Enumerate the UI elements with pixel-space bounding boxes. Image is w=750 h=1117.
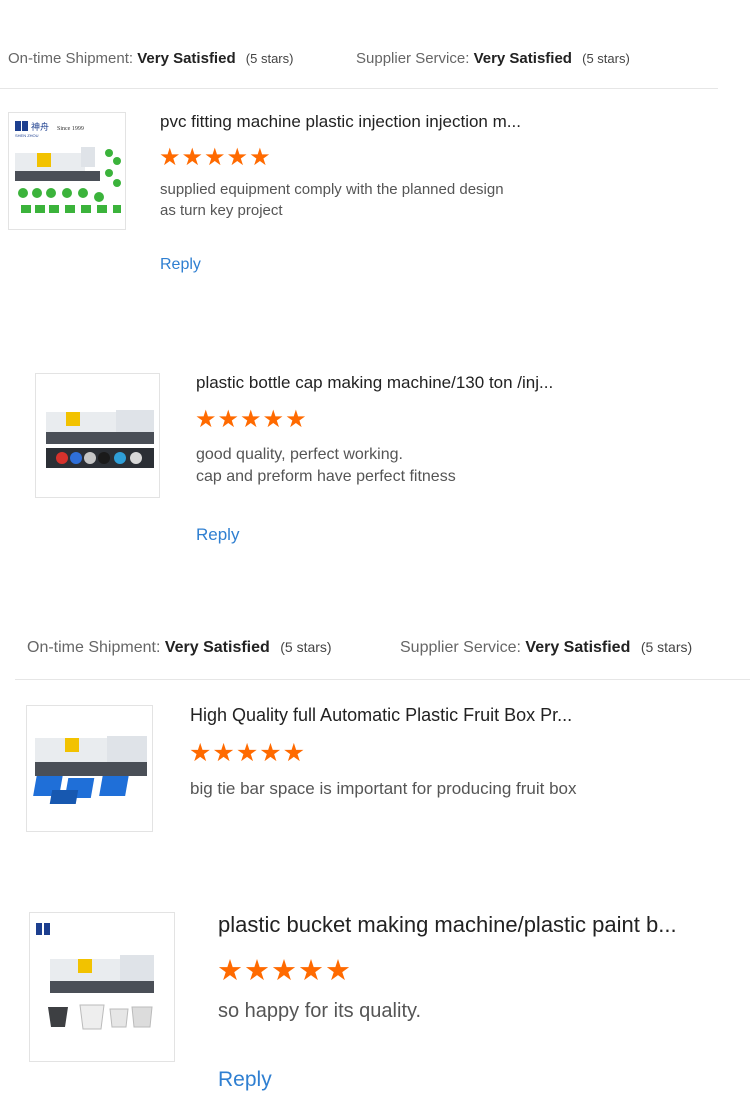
svg-text:神舟: 神舟 [31, 121, 49, 133]
rating-summary-service-2: Supplier Service: Very Satisfied (5 star… [400, 639, 692, 657]
product-thumbnail[interactable] [29, 912, 175, 1062]
shipment-label: On-time Shipment: [8, 50, 134, 67]
service-count: (5 stars) [582, 51, 630, 66]
fruit-box-machine-image [33, 736, 147, 804]
rating-summary-service-1: Supplier Service: Very Satisfied (5 star… [356, 50, 630, 67]
logo-icon [36, 923, 42, 935]
reply-link[interactable]: Reply [196, 525, 239, 545]
service-count: (5 stars) [640, 639, 693, 655]
review-comment: good quality, perfect working. cap and p… [196, 446, 456, 485]
reply-link[interactable]: Reply [218, 1068, 272, 1092]
service-label: Supplier Service: [356, 50, 470, 67]
divider [15, 679, 750, 680]
review-comment: so happy for its quality. [218, 1000, 422, 1022]
service-value: Very Satisfied [525, 639, 631, 656]
pvc-fitting-machine-image: 神舟 Since 1999 SHEN ZHOU [15, 121, 121, 213]
service-value: Very Satisfied [473, 50, 572, 67]
star-rating: ★★★★★ [217, 955, 352, 987]
product-thumbnail[interactable]: 神舟 Since 1999 SHEN ZHOU [8, 112, 126, 230]
divider [0, 88, 718, 89]
shipment-value: Very Satisfied [164, 639, 270, 656]
review-comment: supplied equipment comply with the plann… [160, 181, 504, 219]
star-rating: ★★★★★ [189, 739, 307, 767]
bucket-machine-image [36, 923, 154, 1030]
star-rating: ★★★★★ [195, 406, 308, 433]
svg-text:SHEN ZHOU: SHEN ZHOU [15, 133, 39, 138]
reply-link[interactable]: Reply [160, 256, 201, 274]
shipment-value: Very Satisfied [137, 50, 236, 67]
bottle-cap-machine-image [46, 410, 154, 468]
star-rating: ★★★★★ [159, 144, 272, 171]
shipment-count: (5 stars) [280, 639, 332, 655]
shipment-count: (5 stars) [245, 51, 294, 66]
review-comment: big tie bar space is important for produ… [190, 779, 577, 798]
review-product-title[interactable]: plastic bucket making machine/plastic pa… [218, 912, 723, 938]
review-product-title[interactable]: pvc fitting machine plastic injection in… [160, 112, 580, 132]
rating-summary-1: On-time Shipment: Very Satisfied (5 star… [8, 50, 293, 67]
review-product-title[interactable]: High Quality full Automatic Plastic Frui… [190, 705, 630, 726]
shipment-label: On-time Shipment: [27, 639, 161, 656]
review-product-title[interactable]: plastic bottle cap making machine/130 to… [196, 373, 636, 393]
product-thumbnail[interactable] [26, 705, 153, 832]
svg-text:Since 1999: Since 1999 [57, 126, 84, 132]
rating-summary-2: On-time Shipment: Very Satisfied (5 star… [27, 639, 332, 657]
product-thumbnail[interactable] [35, 373, 160, 498]
service-label: Supplier Service: [400, 639, 521, 656]
